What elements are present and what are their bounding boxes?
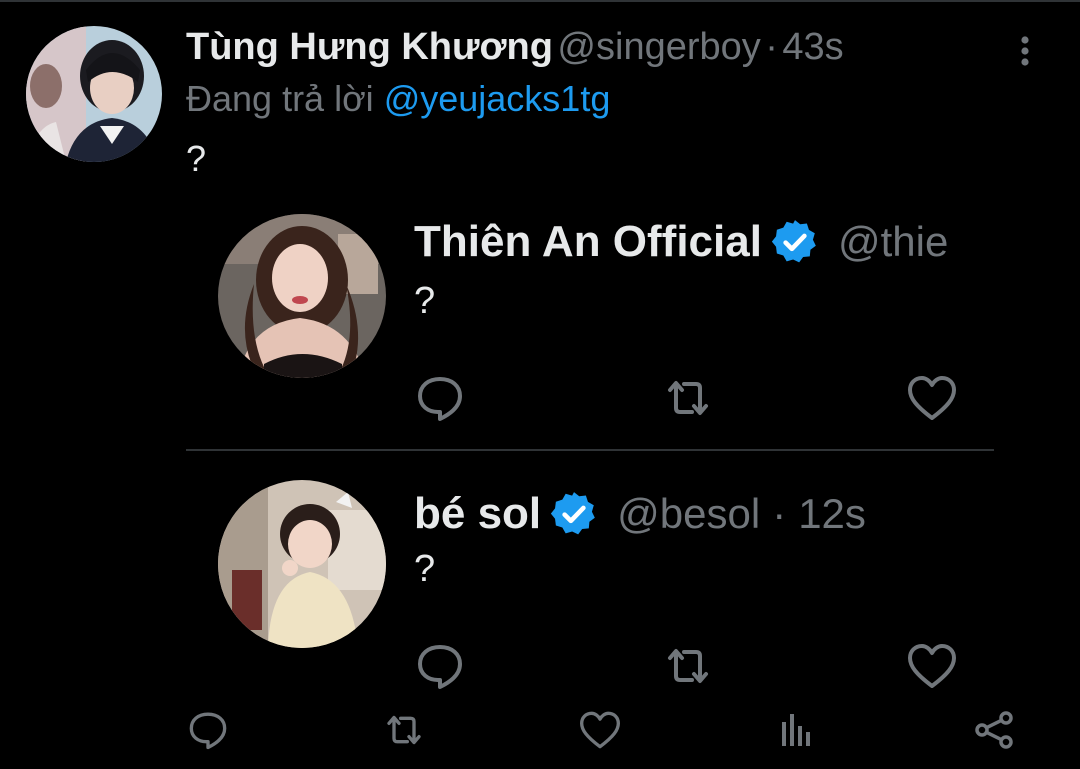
reply-2-time[interactable]: 12s	[798, 490, 866, 538]
author-name[interactable]: Tùng Hưng Khương	[186, 26, 553, 68]
reply-1-handle[interactable]: @thie	[838, 218, 948, 266]
author-handle[interactable]: @singerboy	[557, 26, 760, 68]
reply-1-header: Thiên An Official @thie	[414, 214, 948, 270]
reply-2-text: ?	[414, 548, 436, 590]
author-avatar[interactable]	[26, 26, 162, 162]
meta-separator: ·	[765, 26, 778, 68]
retweet-icon[interactable]	[662, 374, 714, 422]
reply-2-header: bé sol @besol · 12s	[414, 486, 866, 542]
reply-1-name[interactable]: Thiên An Official	[414, 217, 762, 267]
tweet-time[interactable]: 43s	[782, 26, 843, 68]
reply-icon[interactable]	[414, 642, 466, 690]
analytics-icon[interactable]	[776, 710, 820, 750]
reply-icon[interactable]	[414, 374, 466, 422]
share-icon[interactable]	[972, 710, 1016, 750]
more-icon[interactable]	[1008, 34, 1042, 68]
tweet-thread-view: Tùng Hưng Khương @singerboy · 43s Đang t…	[0, 0, 1080, 769]
reply-icon[interactable]	[186, 710, 230, 750]
tweet-text: ?	[186, 138, 207, 179]
replying-to-handle[interactable]: @yeujacks1tg	[384, 78, 611, 119]
replying-to-label: Đang trả lời	[186, 78, 374, 119]
reply-1-text: ?	[414, 280, 436, 322]
like-icon[interactable]	[578, 710, 622, 750]
reply-2-name[interactable]: bé sol	[414, 489, 541, 539]
retweet-icon[interactable]	[662, 642, 714, 690]
reply-avatar-be-sol[interactable]	[218, 480, 386, 648]
reply-2-separator: ·	[772, 490, 787, 537]
reply-avatar-thien-an-image	[218, 214, 386, 378]
verified-badge-icon	[771, 220, 816, 263]
tweet-header: Tùng Hưng Khương @singerboy · 43s	[186, 26, 844, 76]
verified-badge-icon	[551, 492, 595, 535]
like-icon[interactable]	[906, 374, 958, 422]
reply-avatar-be-sol-image	[218, 480, 386, 648]
reply-2-handle[interactable]: @besol	[617, 490, 760, 538]
author-avatar-image	[26, 26, 162, 162]
reply-avatar-thien-an[interactable]	[218, 214, 386, 378]
retweet-icon[interactable]	[382, 710, 426, 750]
reply-divider	[186, 449, 994, 451]
like-icon[interactable]	[906, 642, 958, 690]
replying-to: Đang trả lời @yeujacks1tg	[186, 78, 610, 120]
top-divider	[0, 0, 1080, 2]
